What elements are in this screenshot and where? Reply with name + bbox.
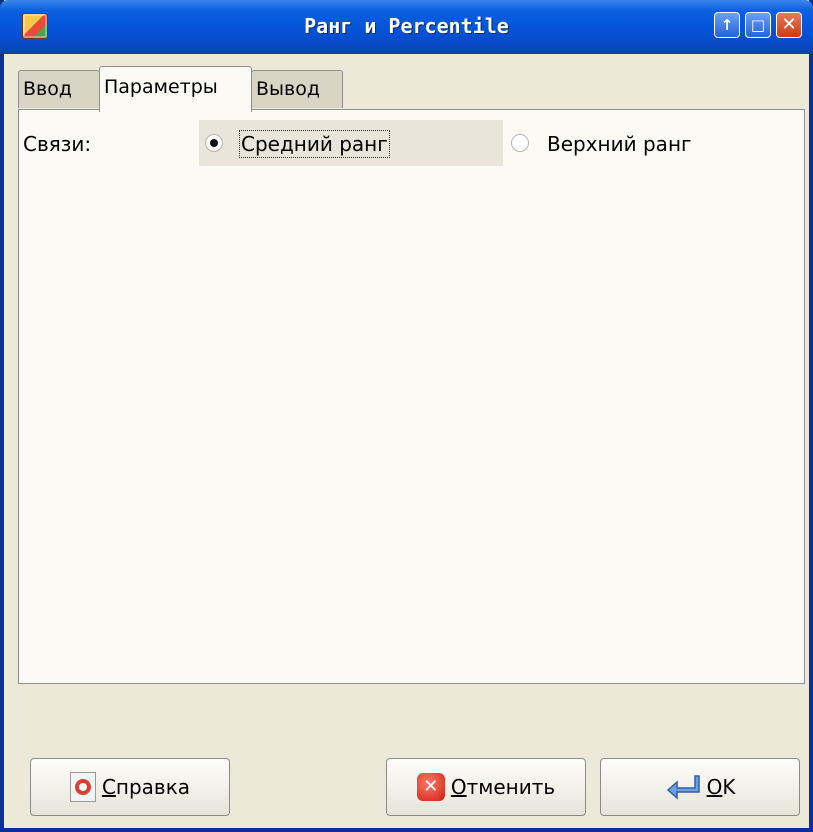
- radio-mean-rank-label[interactable]: Средний ранг: [239, 130, 390, 158]
- window-title: Ранг и Percentile: [304, 14, 509, 38]
- close-button[interactable]: ✕: [776, 12, 802, 38]
- ok-button-label: OK: [706, 775, 736, 799]
- ok-button[interactable]: OK: [600, 758, 800, 816]
- radio-upper-rank[interactable]: [511, 134, 529, 152]
- dialog-window: Ранг и Percentile ↑ □ ✕ Ввод Параметры В…: [0, 0, 813, 832]
- help-button[interactable]: Справка: [30, 758, 230, 816]
- radio-selected-dot: [210, 139, 218, 147]
- title-bar[interactable]: Ранг и Percentile ↑ □ ✕: [0, 0, 813, 54]
- maximize-button[interactable]: □: [745, 12, 771, 38]
- tab-input[interactable]: Ввод: [18, 70, 100, 108]
- lifebuoy-icon: [69, 772, 96, 802]
- cancel-icon: ✕: [416, 773, 445, 801]
- help-button-label: Справка: [101, 775, 191, 799]
- cancel-button[interactable]: ✕ Отменить: [386, 758, 586, 816]
- radio-upper-rank-label[interactable]: Верхний ранг: [547, 132, 692, 156]
- parameters-panel: Связи: Средний ранг Верхний ранг: [18, 109, 805, 684]
- tab-output[interactable]: Вывод: [251, 70, 343, 108]
- ties-label: Связи:: [23, 132, 92, 156]
- enter-arrow-icon: [666, 775, 700, 800]
- minimize-button[interactable]: ↑: [714, 12, 740, 38]
- cancel-button-label: Отменить: [450, 775, 556, 799]
- radio-mean-rank[interactable]: [205, 134, 223, 152]
- tab-parameters[interactable]: Параметры: [99, 66, 252, 112]
